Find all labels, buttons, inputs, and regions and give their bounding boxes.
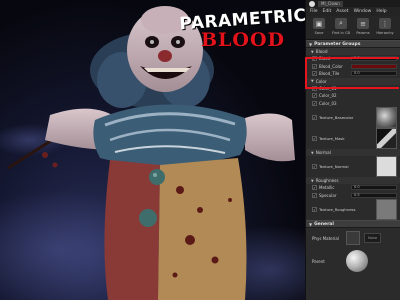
collapse-arrow-icon: ▼ xyxy=(311,79,314,83)
viewport[interactable]: PARAMETRIC BLOOD xyxy=(0,0,305,300)
param-checkbox[interactable]: ✓ xyxy=(312,56,317,62)
browse-icon: ⌕ xyxy=(335,18,347,29)
material-instance-editor: MI_Clown File Edit Asset Window Help ▣ S… xyxy=(305,0,400,300)
params-icon: ≡ xyxy=(357,18,369,29)
param-value-field[interactable]: 0.0 xyxy=(351,71,397,77)
param-value-field[interactable]: 0.5 xyxy=(351,192,397,198)
param-row-texture-roughness: ✓ Texture_Roughness xyxy=(306,199,400,220)
tab-strip: MI_Clown xyxy=(306,0,400,7)
param-row-blood-color: ✓ Blood_Color xyxy=(306,63,400,71)
param-checkbox[interactable]: ✓ xyxy=(312,136,317,141)
param-row-color-03: ✓ Color_03 xyxy=(312,100,337,106)
param-row-specular: ✓ Specular 0.5 xyxy=(306,192,400,200)
menu-edit[interactable]: Edit xyxy=(323,9,332,14)
collapse-arrow-icon: ▼ xyxy=(309,41,313,47)
param-row-blood-tile: ✓ Blood_Tile 0.0 xyxy=(306,70,400,78)
color-swatch[interactable] xyxy=(351,63,397,69)
param-value-field[interactable]: 0.0 xyxy=(351,185,397,191)
save-icon: ▣ xyxy=(313,18,325,29)
collapse-arrow-icon: ▼ xyxy=(309,221,313,227)
param-row-color-02: ✓ Color_02 xyxy=(312,93,337,99)
param-checkbox[interactable]: ✓ xyxy=(312,63,317,69)
texture-thumbnail[interactable] xyxy=(376,199,397,220)
param-row-metallic: ✓ Metallic 0.0 xyxy=(306,184,400,192)
phys-material-dropdown[interactable]: None xyxy=(364,233,382,243)
parameter-groups-header[interactable]: ▼ Parameter Groups xyxy=(306,40,400,48)
texture-thumbnail[interactable] xyxy=(376,107,397,128)
param-checkbox[interactable]: ✓ xyxy=(312,185,317,191)
param-checkbox[interactable]: ✓ xyxy=(312,192,317,198)
param-checkbox[interactable]: ✓ xyxy=(312,115,317,120)
collapse-arrow-icon: ▼ xyxy=(311,150,314,155)
phys-material-row: Phys Material None xyxy=(306,228,400,248)
params-button[interactable]: ≡ Params xyxy=(353,18,373,35)
menu-window[interactable]: Window xyxy=(354,9,372,14)
menu-file[interactable]: File xyxy=(310,9,318,14)
hierarchy-icon: ⋮ xyxy=(379,18,391,29)
param-row-blood: ✓ Blood 1.0 xyxy=(306,55,400,63)
group-normal-header[interactable]: ▼ Normal xyxy=(306,149,400,156)
param-row-texture-normal: ✓ Texture_Normal xyxy=(306,156,400,177)
param-checkbox[interactable]: ✓ xyxy=(312,71,317,77)
parent-row: Parent xyxy=(306,248,400,274)
toolbar: ▣ Save ⌕ Find in CB ≡ Params ⋮ Hierarchy xyxy=(306,16,400,40)
param-row-texture-basecolor: ✓ Texture_Basecolor xyxy=(306,107,400,128)
param-checkbox[interactable]: ✓ xyxy=(312,207,317,212)
texture-thumbnail[interactable] xyxy=(376,128,397,149)
menu-bar: File Edit Asset Window Help xyxy=(306,7,400,16)
unreal-logo-icon xyxy=(309,0,315,7)
param-checkbox[interactable]: ✓ xyxy=(312,164,317,169)
menu-asset[interactable]: Asset xyxy=(336,9,348,14)
param-row-texture-mask: ✓ Texture_Mask xyxy=(306,128,400,149)
save-button[interactable]: ▣ Save xyxy=(309,18,329,35)
param-checkbox[interactable]: ✓ xyxy=(312,93,317,99)
group-color-header[interactable]: ▼ Color xyxy=(306,77,400,85)
collapse-arrow-icon: ▼ xyxy=(311,178,314,183)
group-roughness-header[interactable]: ▼ Roughness xyxy=(306,177,400,184)
collapse-arrow-icon: ▼ xyxy=(311,49,314,54)
find-in-cb-button[interactable]: ⌕ Find in CB xyxy=(331,18,351,35)
hierarchy-button[interactable]: ⋮ Hierarchy xyxy=(375,18,395,35)
phys-material-thumbnail[interactable] xyxy=(346,231,360,245)
parent-material-thumbnail[interactable] xyxy=(346,250,368,272)
tab-asset[interactable]: MI_Clown xyxy=(318,0,343,7)
param-checkbox[interactable]: ✓ xyxy=(312,100,317,106)
general-header[interactable]: ▼ General xyxy=(306,220,400,228)
group-blood-header[interactable]: ▼ Blood xyxy=(306,48,400,55)
param-row-color-01: ✓ Color_01 xyxy=(312,85,337,91)
headline: PARAMETRIC BLOOD xyxy=(178,6,305,51)
texture-thumbnail[interactable] xyxy=(376,156,397,177)
param-checkbox[interactable]: ✓ xyxy=(312,85,317,91)
menu-help[interactable]: Help xyxy=(376,9,386,14)
param-value-field[interactable]: 1.0 xyxy=(351,56,397,62)
